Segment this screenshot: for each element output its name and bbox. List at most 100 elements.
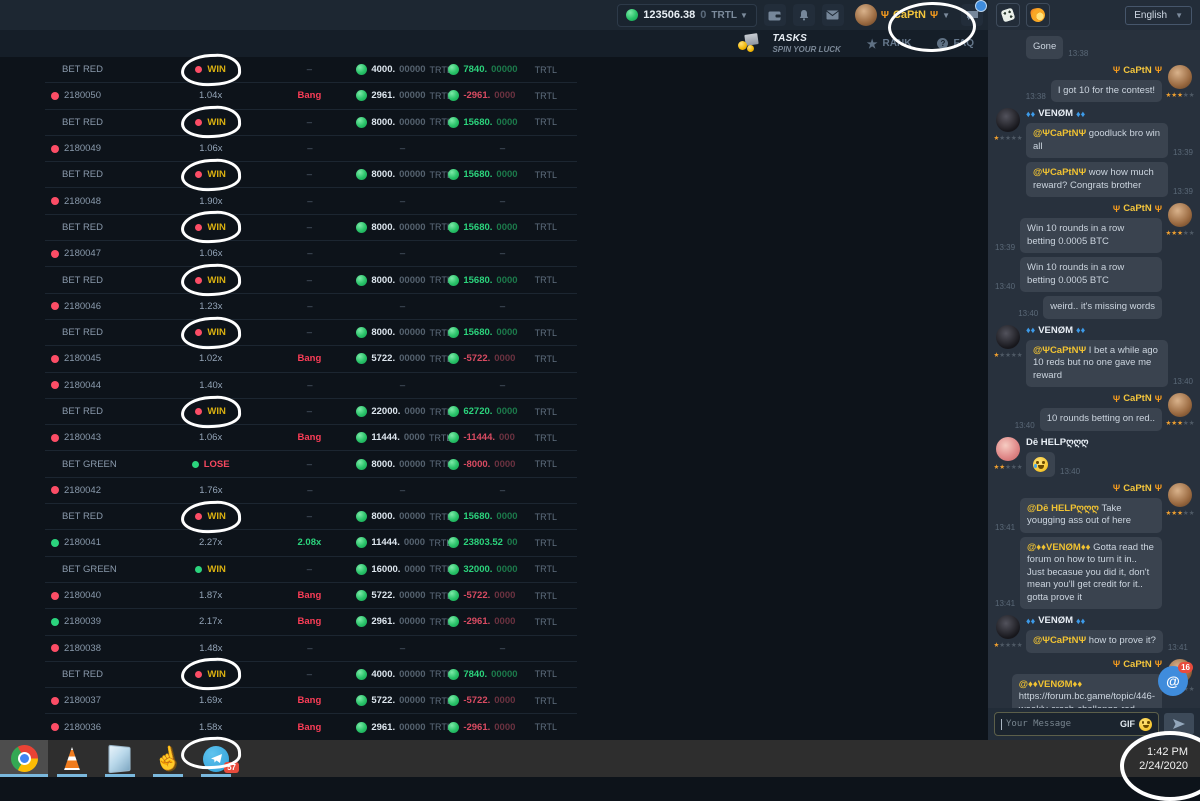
chat-bubble[interactable]: Gone [1026,36,1063,59]
chat-username[interactable]: ΨCaPtNΨ [1113,65,1162,76]
rank-link[interactable]: ★ RANK [867,38,912,49]
round-label: 2180039 [64,616,101,627]
avatar[interactable] [855,4,877,26]
table-row[interactable]: 2180040 1.87x Bang 5722.00000TRTL -5722.… [45,583,577,609]
chat-bubble[interactable]: I got 10 for the contest! [1051,80,1162,103]
chat-toggle-button[interactable] [961,4,983,26]
messages-button[interactable] [822,4,844,26]
avatar[interactable] [996,108,1020,132]
table-row[interactable]: 2180041 2.27x 2.08x 11444.0000TRTL 23803… [45,530,577,556]
chat-username[interactable]: ΨCaPtNΨ [1113,393,1162,404]
language-selector[interactable]: English ▼ [1125,6,1192,25]
wallet-button[interactable] [764,4,786,26]
table-row[interactable]: 2180039 2.17x Bang 2961.00000TRTL -2961.… [45,609,577,635]
currency-coin-icon [356,406,367,417]
chat-username[interactable]: ΨCaPtNΨ [1113,483,1162,494]
cashout-value: Bang [298,432,322,443]
avatar[interactable] [1168,65,1192,89]
result-cell: 1.04x [159,90,263,101]
chat-bubble[interactable]: @ΨCaPtNΨ how to prove it? [1026,630,1163,653]
chat-bubble[interactable]: @ΨCaPtNΨ goodluck bro win all [1026,123,1168,158]
avatar[interactable] [996,615,1020,639]
table-row[interactable]: BET RED WIN – 8000.00000TRTL 15680.0000T… [45,215,577,241]
mention-text[interactable]: @♦♦VENØM♦♦ [1019,679,1083,690]
chat-bubble[interactable]: Win 10 rounds in a row betting 0.0005 BT… [1020,257,1162,292]
user-menu[interactable]: ΨCaPtNΨ ▼ [851,4,954,26]
hot-games-button[interactable] [1026,3,1050,27]
chat-bubble[interactable]: weird.. it's missing words [1043,296,1162,319]
mention-text[interactable]: @♦♦VENØM♦♦ [1027,542,1093,553]
table-row[interactable]: 2180044 1.40x – – – [45,373,577,399]
chat-message-group: ★★★★★ΨCaPtNΨ10 rounds betting on red..13… [995,393,1193,431]
table-row[interactable]: BET RED WIN – 22000.0000TRTL 62720.0000T… [45,399,577,425]
table-row[interactable]: 2180042 1.76x – – – [45,478,577,504]
table-row[interactable]: BET RED WIN – 8000.00000TRTL 15680.0000T… [45,320,577,346]
taskbar-clock[interactable]: 1:42 PM 2/24/2020 [1139,745,1200,773]
message-input[interactable]: Your Message GIF [994,712,1159,736]
avatar[interactable] [1168,483,1192,507]
chat-bubble[interactable]: @ΨCaPtNΨ I bet a while ago 10 reds but n… [1026,340,1168,388]
emoji-picker-icon[interactable] [1139,718,1152,731]
dice-icon [1000,7,1015,22]
table-row[interactable]: 2180048 1.90x – – – [45,188,577,214]
notifications-button[interactable] [793,4,815,26]
empty-value: – [500,301,505,312]
table-row[interactable]: 2180036 1.58x Bang 2961.00000TRTL -2961.… [45,714,577,740]
table-row[interactable]: 2180046 1.23x – – – [45,294,577,320]
table-row[interactable]: 2180043 1.06x Bang 11444.0000TRTL -11444… [45,425,577,451]
result-cell: LOSE [159,459,263,470]
chat-username[interactable]: ♦♦VENØM♦♦ [1026,615,1193,626]
dice-button[interactable] [996,3,1020,27]
amount-value: 8000. [371,275,395,286]
mention-text[interactable]: @ΨCaPtNΨ [1033,635,1089,646]
chat-username[interactable]: ΨCaPtNΨ [1113,659,1162,670]
table-row[interactable]: 2180038 1.48x – – – [45,636,577,662]
currency-coin-icon [356,222,367,233]
chat-bubble[interactable]: 10 rounds betting on red.. [1040,408,1162,431]
chat-bubble[interactable]: @♦♦VENØM♦♦ Gotta read the forum on how t… [1020,537,1162,610]
chat-username[interactable]: ♦♦VENØM♦♦ [1026,325,1193,336]
bet-amount-cell: 8000.00000TRTL [356,222,448,233]
table-row[interactable]: 2180050 1.04x Bang 2961.00000TRTL -2961.… [45,83,577,109]
table-row[interactable]: BET RED WIN – 8000.00000TRTL 15680.0000T… [45,267,577,293]
mention-text[interactable]: @ΨCaPtNΨ [1033,345,1089,356]
table-row[interactable]: 2180045 1.02x Bang 5722.00000TRTL -5722.… [45,346,577,372]
chat-username[interactable]: ΨCaPtNΨ [1113,203,1162,214]
chat-bubble[interactable]: Win 10 rounds in a row betting 0.0005 BT… [1020,218,1162,253]
table-row[interactable]: BET RED WIN – 8000.00000TRTL 15680.0000T… [45,504,577,530]
faq-link[interactable]: ? FAQ [937,38,974,49]
table-row[interactable]: 2180049 1.06x – – – [45,136,577,162]
send-button[interactable] [1164,713,1194,735]
table-row[interactable]: BET GREEN WIN – 16000.0000TRTL 32000.000… [45,557,577,583]
avatar[interactable] [1168,393,1192,417]
mention-text[interactable]: @Dē HELPღღღ [1027,503,1101,514]
chat-username[interactable]: ♦♦VENØM♦♦ [1026,108,1193,119]
table-row[interactable]: BET RED WIN – 8000.00000TRTL 15680.0000T… [45,162,577,188]
chat-bubble-row: weird.. it's missing words13:40 [1018,296,1162,319]
chat-bubble[interactable]: @ΨCaPtNΨ wow how much reward? Congrats b… [1026,162,1168,197]
mentions-button[interactable]: @ 16 [1158,666,1188,696]
chat-bubble[interactable]: @♦♦VENØM♦♦ https://forum.bc.game/topic/4… [1012,674,1162,709]
avatar[interactable] [996,437,1020,461]
avatar[interactable] [1168,203,1192,227]
mention-text[interactable]: @ΨCaPtNΨ [1033,167,1089,178]
table-row[interactable]: BET RED WIN – 4000.00000TRTL 7840.00000T… [45,662,577,688]
chat-bubble[interactable]: @Dē HELPღღღ Take yougging ass out of her… [1020,498,1162,533]
table-row[interactable]: BET RED WIN – 8000.00000TRTL 15680.0000T… [45,110,577,136]
amount-value: -2961. [463,616,490,627]
balance-selector[interactable]: 123506.380 TRTL▼ [617,4,757,27]
table-row[interactable]: BET RED WIN – 4000.00000TRTL 7840.00000T… [45,57,577,83]
chat-group-content: Gone13:38 [1026,36,1193,59]
gif-button[interactable]: GIF [1120,719,1135,729]
tasks-link[interactable]: TASKS SPIN YOUR LUCK [738,33,840,55]
mention-text[interactable]: @ΨCaPtNΨ [1033,128,1089,139]
avatar[interactable] [996,325,1020,349]
table-row[interactable]: 2180037 1.69x Bang 5722.00000TRTL -5722.… [45,688,577,714]
chat-username[interactable]: Dē HELPღღღ [1026,437,1193,448]
taskbar-chrome[interactable] [0,740,48,777]
taskbar-vlc[interactable] [48,740,96,777]
chat-bubble[interactable] [1026,452,1055,477]
table-row[interactable]: BET GREEN LOSE – 8000.00000TRTL -8000.00… [45,451,577,477]
table-row[interactable]: 2180047 1.06x – – – [45,241,577,267]
taskbar-notepad[interactable] [96,740,144,777]
